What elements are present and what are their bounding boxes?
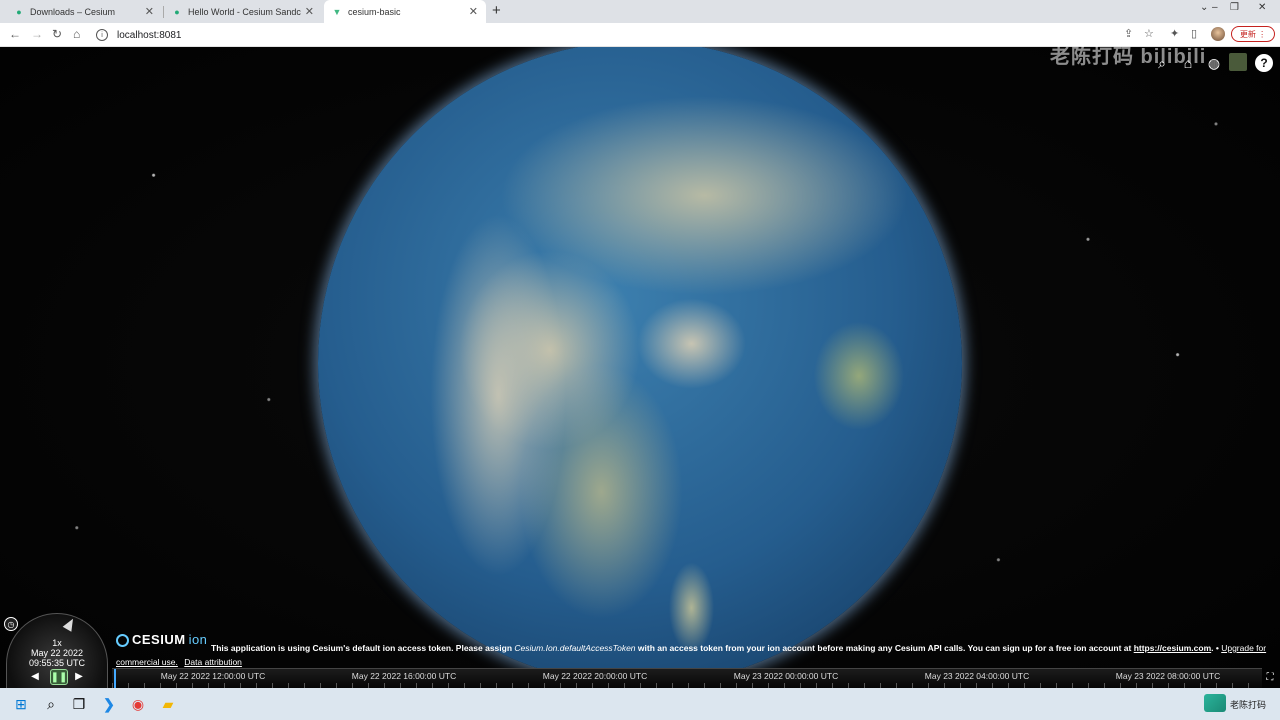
home-icon[interactable]: ⌂	[1178, 53, 1198, 73]
search-icon[interactable]: ⌕	[41, 694, 61, 714]
globe-favicon-icon: ●	[16, 6, 22, 17]
data-attribution-link[interactable]: Data attribution	[184, 657, 242, 667]
help-button[interactable]: ?	[1255, 54, 1273, 72]
warning-text-mid: with an access token from your ion accou…	[635, 643, 1134, 653]
pause-icon[interactable]: ❚❚	[50, 669, 68, 685]
scene-mode-globe-icon[interactable]: ◍	[1204, 53, 1224, 73]
tray-app-icon[interactable]	[1204, 694, 1226, 712]
close-tab-icon[interactable]: ✕	[305, 5, 314, 18]
realtime-clock-icon[interactable]: ◷	[4, 617, 18, 631]
timeline-label: May 23 2022 08:00:00 UTC	[1115, 671, 1221, 681]
site-info-icon[interactable]: i	[96, 29, 108, 41]
new-tab-button[interactable]: +	[492, 2, 501, 19]
globe-favicon-icon: ●	[174, 6, 180, 17]
cesium-viewer[interactable]	[0, 47, 1280, 688]
base-layer-picker-icon[interactable]	[1229, 53, 1247, 71]
forward-icon[interactable]: →	[31, 27, 43, 41]
upgrade-link[interactable]: Upgrade for	[1221, 643, 1266, 653]
fullscreen-icon[interactable]: ⛶	[1263, 670, 1277, 684]
commercial-use-link[interactable]: commercial use.	[116, 657, 178, 667]
tab-cesium-basic[interactable]: ▼ cesium-basic ✕	[324, 0, 486, 23]
chrome-icon[interactable]: ◉	[128, 694, 148, 714]
timeline-label: May 23 2022 04:00:00 UTC	[924, 671, 1030, 681]
close-tab-icon[interactable]: ✕	[145, 5, 154, 18]
tab-title: Downloads – Cesium	[30, 6, 116, 17]
credits-line-2: commercial use. Data attribution	[116, 655, 246, 669]
timeline-label: May 22 2022 12:00:00 UTC	[160, 671, 266, 681]
bookmark-star-icon[interactable]: ☆	[1144, 27, 1154, 40]
back-icon[interactable]: ←	[9, 27, 21, 41]
url-text: localhost:8081	[117, 29, 182, 41]
vscode-icon[interactable]: ❯	[99, 694, 119, 714]
cesium-link[interactable]: https://cesium.com	[1134, 643, 1211, 653]
tab-downloads[interactable]: ● Downloads – Cesium ✕	[6, 0, 162, 23]
close-tab-icon[interactable]: ✕	[469, 5, 478, 18]
windows-taskbar: ⊞ ⌕ ❐ ❯ ◉ ▰	[0, 688, 1280, 720]
logo-suffix: ion	[188, 632, 208, 647]
timeline-label: May 23 2022 00:00:00 UTC	[733, 671, 839, 681]
earth-globe[interactable]	[318, 47, 962, 685]
search-icon[interactable]: ⌕	[1152, 53, 1172, 73]
cesium-logo-icon	[116, 633, 129, 647]
timeline-needle[interactable]	[114, 669, 116, 689]
play-forward-icon[interactable]: ▶	[71, 669, 87, 683]
warning-text-post: . •	[1211, 643, 1222, 653]
reload-icon[interactable]: ↻	[52, 27, 62, 41]
file-explorer-icon[interactable]: ▰	[158, 694, 178, 714]
dropdown-icon[interactable]: ⌄	[1200, 2, 1208, 13]
extensions-icon[interactable]: ✦	[1170, 27, 1179, 40]
restore-icon[interactable]: ❐	[1230, 2, 1239, 13]
play-reverse-icon[interactable]: ◀	[27, 669, 43, 683]
timeline-label: May 22 2022 20:00:00 UTC	[542, 671, 648, 681]
tab-strip: ● Downloads – Cesium ✕ ● Hello World - C…	[0, 0, 1280, 23]
warning-text: This application is using Cesium's defau…	[211, 643, 515, 653]
shuttle-ring-needle[interactable]	[62, 616, 78, 632]
animation-date: May 22 2022	[30, 648, 84, 658]
logo-text: CESIUM	[132, 632, 186, 647]
minimize-icon[interactable]: –	[1212, 2, 1218, 13]
animation-speed: 1x	[52, 638, 62, 648]
tab-title: Hello World - Cesium Sandcastle	[188, 6, 301, 17]
cesium-ion-logo[interactable]: CESIUM ion	[116, 633, 207, 647]
animation-time: 09:55:35 UTC	[28, 658, 86, 668]
task-view-icon[interactable]: ❐	[69, 694, 89, 714]
timeline-label: May 22 2022 16:00:00 UTC	[351, 671, 457, 681]
side-panel-icon[interactable]: ▯	[1191, 27, 1197, 40]
address-bar[interactable]: i localhost:8081	[96, 26, 182, 44]
vue-favicon-icon: ▼	[332, 6, 342, 17]
share-icon[interactable]: ⇪	[1124, 27, 1133, 40]
update-label: 更新	[1239, 29, 1256, 39]
profile-avatar[interactable]	[1211, 27, 1225, 41]
tab-sandcastle[interactable]: ● Hello World - Cesium Sandcastle ✕	[164, 0, 322, 23]
close-window-icon[interactable]: ✕	[1258, 2, 1266, 13]
tray-text: 老陈打码	[1230, 700, 1267, 710]
timeline[interactable]: May 22 2022 12:00:00 UTC May 22 2022 16:…	[112, 668, 1262, 689]
ion-token-warning: This application is using Cesium's defau…	[211, 641, 1266, 655]
tab-title: cesium-basic	[348, 6, 401, 17]
update-button[interactable]: 更新 ⋮	[1231, 26, 1275, 42]
windows-start-icon[interactable]: ⊞	[11, 694, 31, 714]
home-icon[interactable]: ⌂	[73, 27, 80, 41]
warning-code: Cesium.Ion.defaultAccessToken	[514, 643, 636, 653]
